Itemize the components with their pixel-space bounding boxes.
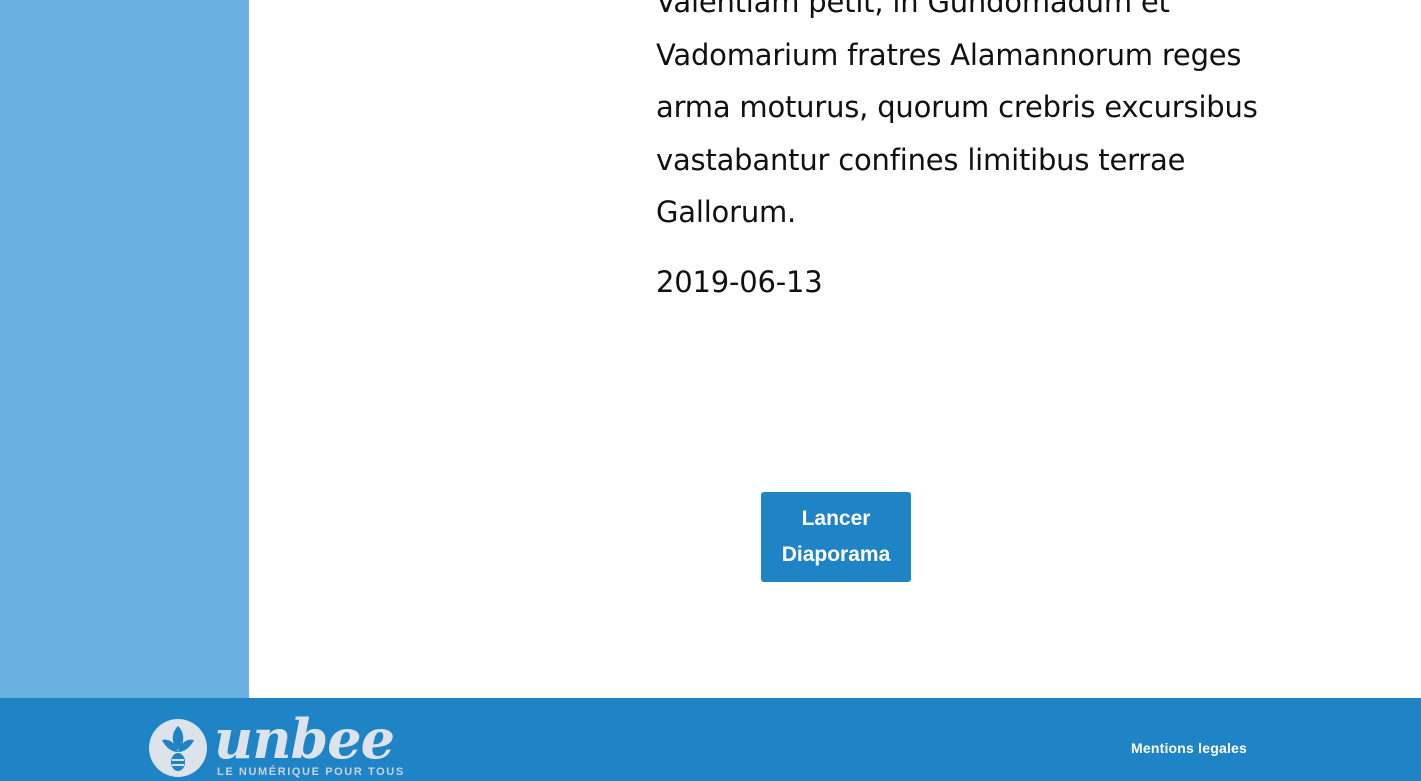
article-date: 2019-06-13 bbox=[656, 265, 823, 299]
legal-notice-link[interactable]: Mentions legales bbox=[1131, 740, 1247, 756]
article-body: Valentiam petit, in Gundomadum et Vadoma… bbox=[656, 0, 1258, 229]
logo-wordmark: unbee bbox=[214, 707, 395, 771]
start-slideshow-button[interactable]: Lancer Diaporama bbox=[761, 492, 911, 582]
site-footer: unbee LE NUMÉRIQUE POUR TOUS Mentions le… bbox=[0, 698, 1421, 781]
left-sidebar bbox=[0, 0, 249, 698]
logo-tagline: LE NUMÉRIQUE POUR TOUS bbox=[217, 766, 405, 778]
unbee-logo[interactable]: unbee LE NUMÉRIQUE POUR TOUS bbox=[148, 710, 408, 781]
page: Valentiam petit, in Gundomadum et Vadoma… bbox=[0, 0, 1421, 781]
bee-logo-icon bbox=[148, 718, 208, 778]
